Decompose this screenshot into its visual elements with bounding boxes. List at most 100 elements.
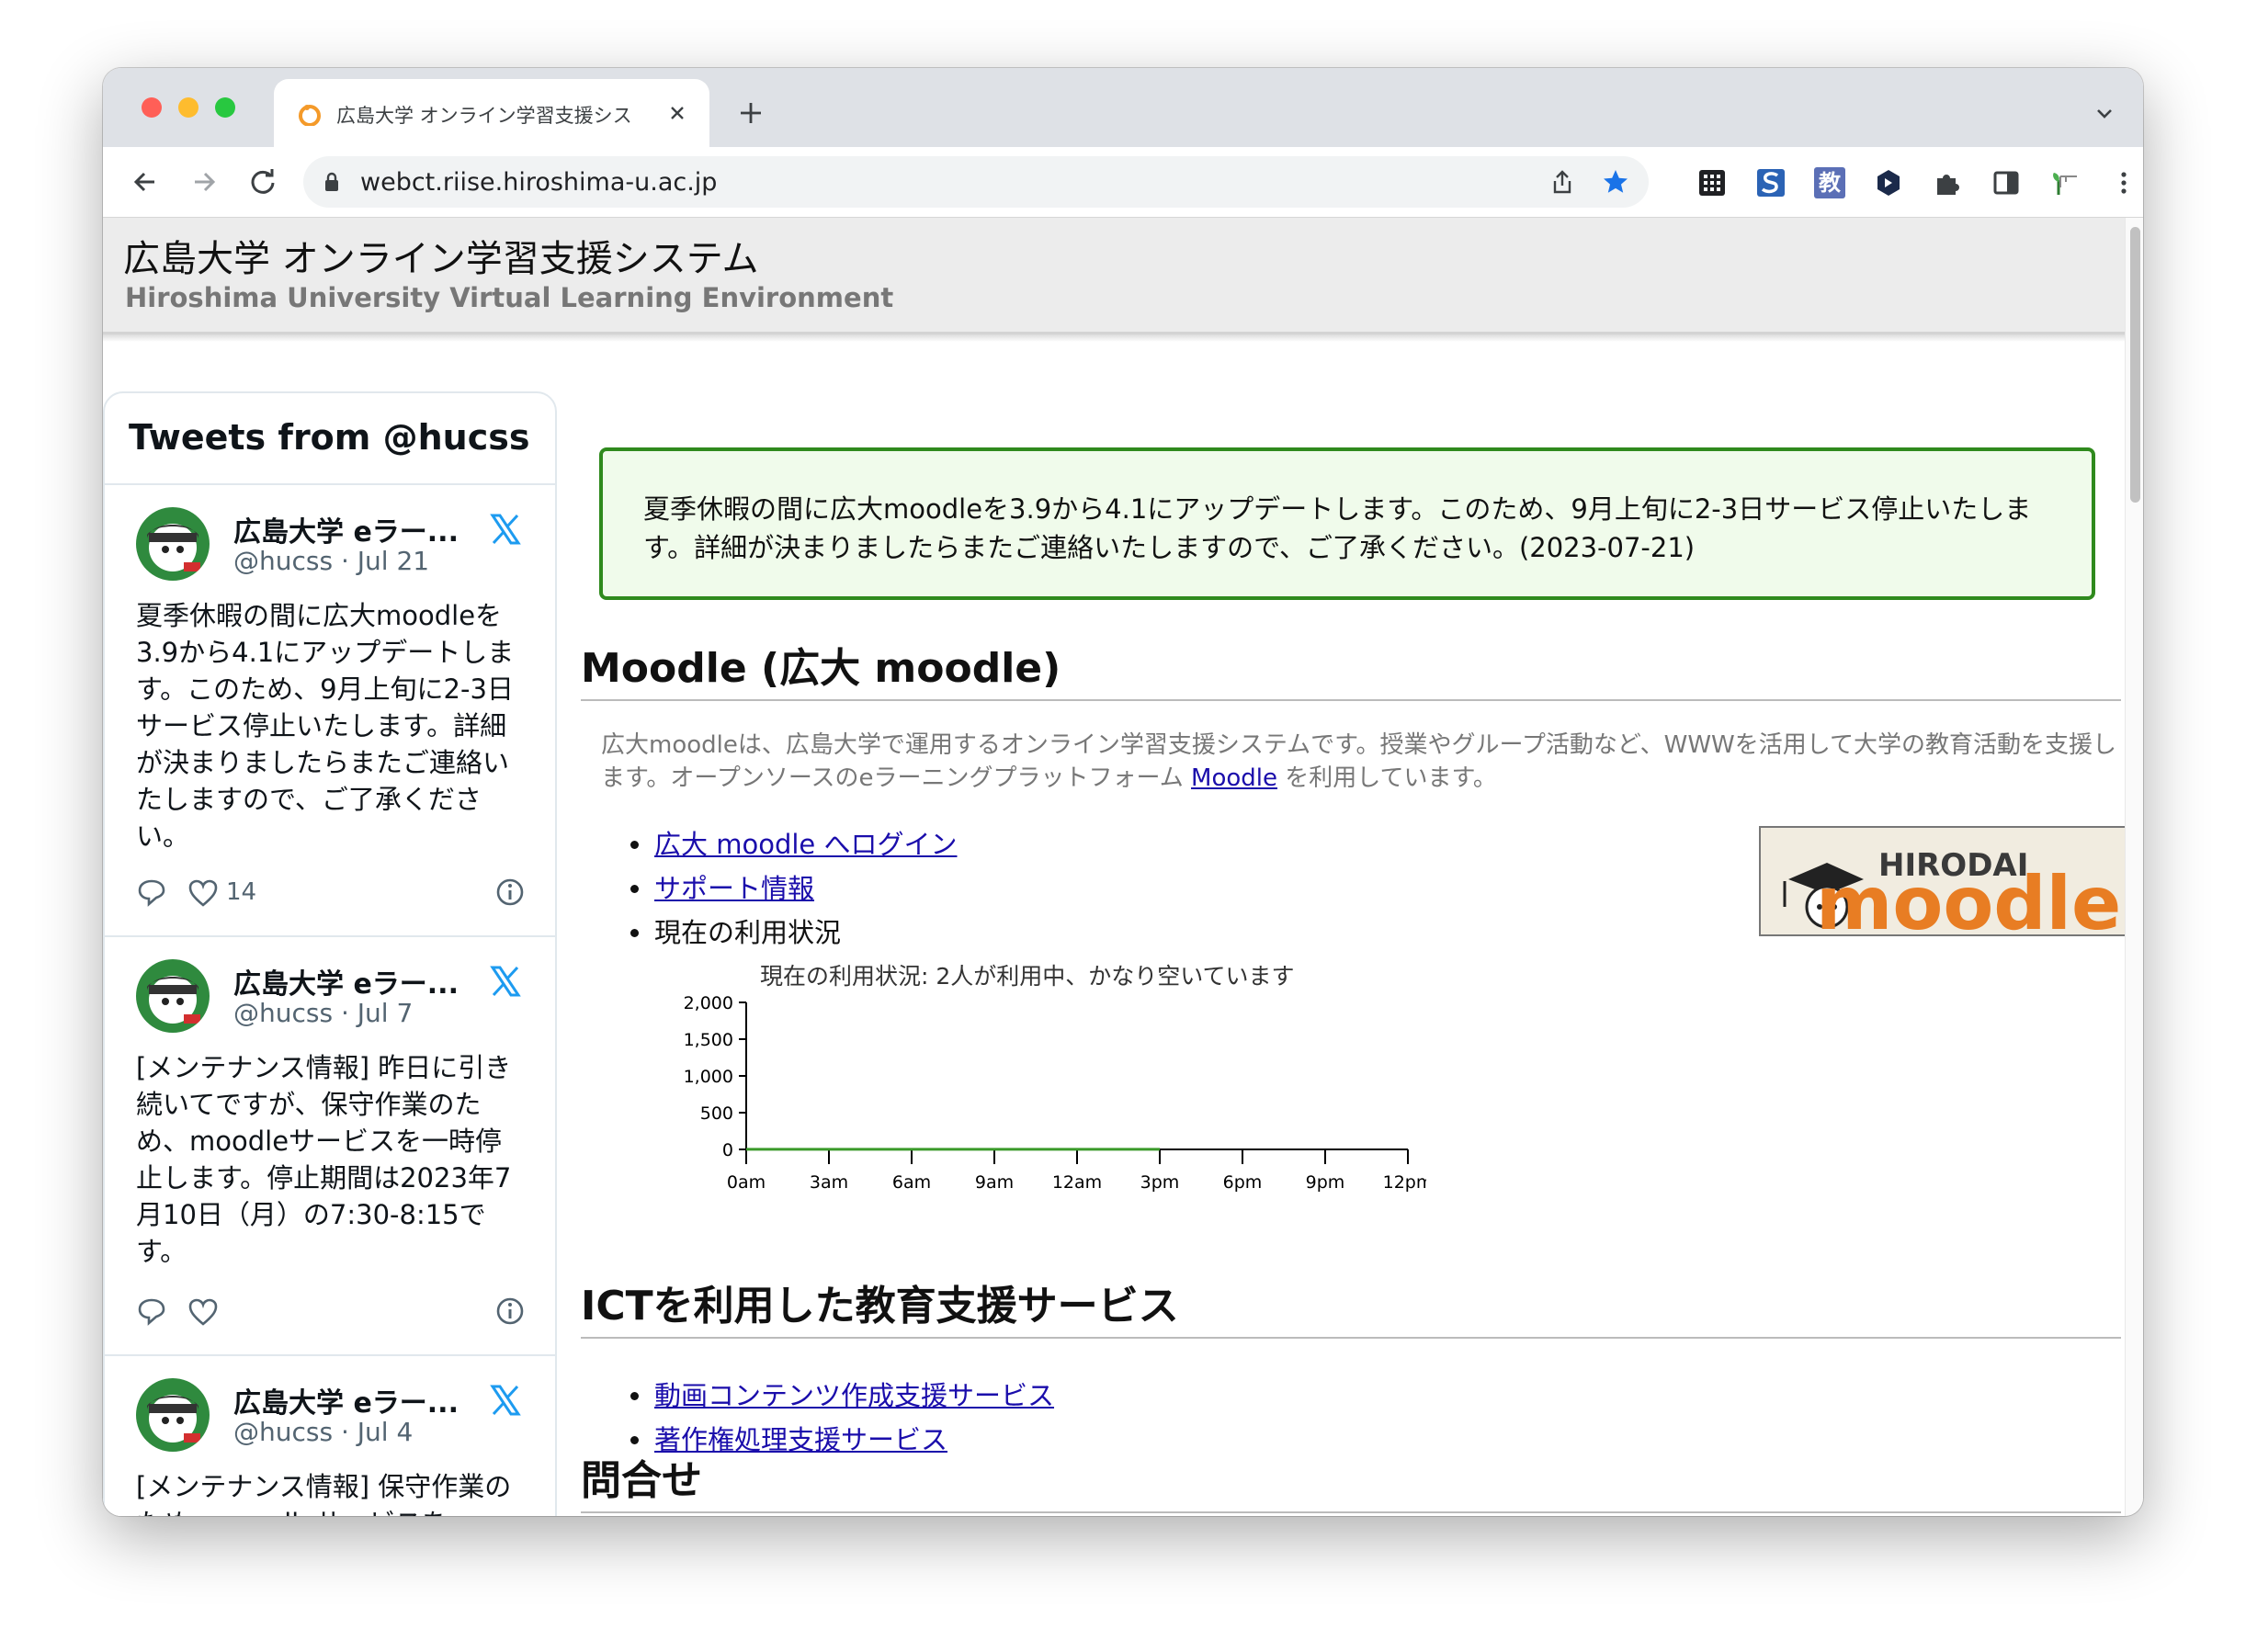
tweet-text: [メンテナンス情報] 昨日に引き続いてですが、保守作業のため、moodleサービ…	[136, 1052, 512, 1267]
browser-window: 広島大学 オンライン学習支援シス webct.riise.hiroshima-u…	[103, 68, 2143, 1516]
x-tick-label: 6pm	[1223, 1172, 1263, 1193]
avatar[interactable]	[136, 507, 210, 581]
site-title: 広島大学 オンライン学習支援システム	[123, 238, 759, 280]
lock-icon[interactable]	[323, 172, 340, 192]
close-window-button[interactable]	[142, 97, 162, 118]
heart-icon[interactable]	[187, 878, 219, 908]
list-item: サポート情報	[581, 866, 957, 911]
moodle-intro: 広大moodleは、広島大学で運用するオンライン学習支援システムです。授業やグル…	[601, 729, 2117, 795]
tweet-actions: 14	[136, 877, 526, 910]
tweet[interactable]: 広島大学 eラー... @hucss · Jul 4 [メンテナンス情報] 保守…	[105, 1356, 555, 1516]
minimize-window-button[interactable]	[178, 97, 199, 118]
browser-toolbar: webct.riise.hiroshima-u.ac.jp 教	[103, 147, 2143, 218]
y-tick-label: 0	[722, 1140, 733, 1160]
moodle-favicon-icon	[299, 105, 321, 126]
avatar[interactable]	[136, 1378, 210, 1452]
x-tick-label: 3am	[810, 1172, 848, 1193]
x-logo-icon[interactable]	[487, 1382, 524, 1419]
plant-icon[interactable]	[2049, 167, 2081, 198]
section-heading-moodle: Moodle (広大 moodle)	[581, 635, 2121, 701]
share-icon[interactable]	[1549, 169, 1575, 195]
sidepanel-icon[interactable]	[1991, 167, 2022, 198]
list-item: 現在の利用状況	[581, 911, 957, 955]
tweet[interactable]: 広島大学 eラー... @hucss · Jul 7 [メンテナンス情報] 昨日…	[105, 937, 555, 1356]
x-tick-label: 12am	[1052, 1172, 1102, 1193]
notice-box: 夏季休暇の間に広大moodleを3.9から4.1にアップデートします。このため、…	[599, 447, 2095, 600]
new-tab-icon[interactable]	[737, 99, 765, 127]
video-content-service-link[interactable]: 動画コンテンツ作成支援サービス	[654, 1380, 1054, 1411]
tweet-author-name[interactable]: 広島大学 eラー...	[233, 509, 459, 549]
intro-text-after: を利用しています。	[1277, 764, 1497, 792]
tweet-text: [メンテナンス情報] 保守作業のため、moodleサービスを	[136, 1471, 512, 1516]
reload-icon[interactable]	[246, 165, 279, 198]
x-tick-label: 9am	[975, 1172, 1014, 1193]
tab-title: 広島大学 オンライン学習支援シス	[336, 105, 632, 127]
tweet-handle[interactable]: @hucss · Jul 4	[233, 1417, 413, 1447]
x-logo-icon[interactable]	[487, 963, 524, 1000]
kyo-icon[interactable]: 教	[1814, 167, 1845, 198]
y-tick-label: 2,000	[684, 993, 733, 1013]
tweet-author-name[interactable]: 広島大学 eラー...	[233, 961, 459, 1001]
tweet-handle[interactable]: @hucss · Jul 7	[233, 998, 413, 1028]
chart-title: 現在の利用状況: 2人が利用中、かなり空いています	[760, 963, 1295, 990]
site-subtitle: Hiroshima University Virtual Learning En…	[125, 282, 894, 313]
like-count: 14	[226, 878, 257, 906]
mascot-icon	[147, 1395, 200, 1443]
mascot-icon	[147, 976, 200, 1024]
back-arrow-icon[interactable]	[129, 165, 162, 198]
y-tick-label: 500	[700, 1103, 733, 1124]
vertical-scrollbar[interactable]	[2125, 218, 2143, 1516]
list-item: 動画コンテンツ作成支援サービス	[581, 1374, 1054, 1418]
twitter-timeline[interactable]: Tweets from @hucss 広島大学 eラー... @hucss · …	[103, 391, 557, 1516]
mascot-icon	[147, 524, 200, 571]
logo-bottom-text: moodle	[1816, 861, 2121, 936]
info-icon[interactable]	[494, 1296, 526, 1327]
section-heading-contact: 問合せ	[581, 1447, 2121, 1513]
support-info-link[interactable]: サポート情報	[654, 873, 814, 904]
url-text[interactable]: webct.riise.hiroshima-u.ac.jp	[360, 168, 717, 197]
reply-icon[interactable]	[136, 1296, 167, 1327]
hirodai-moodle-logo-image: HIRODAI moodle	[1783, 847, 2121, 936]
hex-icon[interactable]	[1873, 167, 1904, 198]
heart-icon[interactable]	[187, 1297, 219, 1327]
y-tick-label: 1,000	[684, 1067, 733, 1087]
x-tick-label: 6am	[892, 1172, 931, 1193]
tweet-author-name[interactable]: 広島大学 eラー...	[233, 1380, 459, 1420]
bookmark-star-icon[interactable]	[1601, 167, 1630, 197]
chevron-down-icon[interactable]	[2093, 103, 2116, 125]
twitter-header-title[interactable]: Tweets from @hucss	[129, 417, 529, 458]
twitter-header: Tweets from @hucss	[105, 393, 555, 485]
chart-axes: 2,000 1,500 1,000 500 0 0am 3am 6am 9am 12am 3pm 6p…	[684, 993, 1426, 1193]
tweet-handle[interactable]: @hucss · Jul 21	[233, 546, 429, 576]
browser-tab[interactable]: 広島大学 オンライン学習支援シス	[274, 79, 709, 147]
menu-icon[interactable]	[2108, 167, 2139, 198]
s-icon[interactable]	[1755, 167, 1787, 198]
moodle-links-list: 広大 moodle へログイン サポート情報 現在の利用状況	[581, 822, 957, 955]
tab-strip: 広島大学 オンライン学習支援シス	[103, 68, 2143, 147]
page-content: 広島大学 オンライン学習支援システム Hiroshima University …	[103, 218, 2125, 1516]
moodle-login-link[interactable]: 広大 moodle へログイン	[654, 829, 957, 860]
scrollbar-thumb[interactable]	[2130, 227, 2140, 503]
x-logo-icon[interactable]	[487, 511, 524, 548]
grid-icon[interactable]	[1696, 167, 1728, 198]
x-tick-label: 12pm	[1383, 1172, 1426, 1193]
site-header: 広島大学 オンライン学習支援システム Hiroshima University …	[103, 218, 2125, 334]
list-item: 広大 moodle へログイン	[581, 822, 957, 866]
moodle-org-link[interactable]: Moodle	[1191, 764, 1277, 792]
close-tab-icon[interactable]	[667, 103, 687, 123]
x-tick-label: 3pm	[1140, 1172, 1180, 1193]
reply-icon[interactable]	[136, 877, 167, 908]
avatar[interactable]	[136, 959, 210, 1033]
usage-chart: 現在の利用状況: 2人が利用中、かなり空いています 2,000 1,500 1,00…	[684, 963, 1426, 1193]
notice-text: 夏季休暇の間に広大moodleを3.9から4.1にアップデートします。このため、…	[643, 493, 2032, 563]
usage-status-label: 現在の利用状況	[654, 917, 842, 948]
hirodai-moodle-logo[interactable]: HIRODAI moodle	[1759, 826, 2125, 936]
puzzle-icon[interactable]	[1932, 167, 1963, 198]
tweet-actions	[136, 1296, 526, 1329]
zoom-window-button[interactable]	[215, 97, 235, 118]
y-tick-label: 1,500	[684, 1030, 733, 1050]
address-bar[interactable]: webct.riise.hiroshima-u.ac.jp	[303, 156, 1649, 208]
tweet[interactable]: 広島大学 eラー... @hucss · Jul 21 夏季休暇の間に広大moo…	[105, 485, 555, 937]
info-icon[interactable]	[494, 877, 526, 908]
forward-arrow-icon[interactable]	[187, 165, 221, 198]
